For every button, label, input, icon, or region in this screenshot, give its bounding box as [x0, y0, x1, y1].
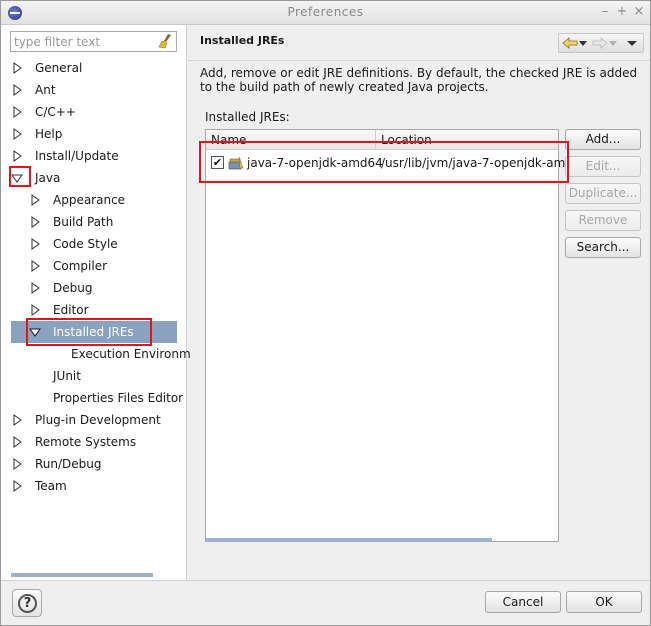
tree-item-ant[interactable]: Ant: [1, 79, 187, 101]
page-title: Installed JREs: [200, 34, 285, 47]
tree-item-label: Remote Systems: [35, 435, 137, 449]
collapsed-triangle-icon[interactable]: [29, 238, 41, 250]
collapsed-triangle-icon[interactable]: [29, 304, 41, 316]
filter-field[interactable]: [10, 31, 177, 52]
tree-item-label: Run/Debug: [35, 457, 102, 471]
collapsed-triangle-icon[interactable]: [11, 436, 23, 448]
collapsed-triangle-icon[interactable]: [11, 106, 23, 118]
tree-item-code-style[interactable]: Code Style: [1, 233, 187, 255]
preference-tree-panel: General Ant C/C++ Help Install/Update Java App…: [1, 25, 191, 580]
tree-item-install-update[interactable]: Install/Update: [1, 145, 187, 167]
help-icon: ?: [18, 594, 37, 613]
search-button[interactable]: Search...: [565, 237, 641, 258]
page-description: Add, remove or edit JRE definitions. By …: [200, 66, 638, 94]
forward-arrow-icon: [592, 37, 608, 49]
tree-item-junit[interactable]: JUnit: [1, 365, 187, 387]
highlight-installed-jres-node: [26, 318, 152, 346]
tree-item-debug[interactable]: Debug: [1, 277, 187, 299]
collapsed-triangle-icon[interactable]: [29, 216, 41, 228]
back-arrow-icon[interactable]: [562, 36, 578, 50]
filter-input[interactable]: [11, 32, 156, 51]
back-menu-chevron-icon[interactable]: [578, 36, 588, 50]
tree-item-label: General: [35, 61, 83, 75]
add-button[interactable]: Add...: [565, 129, 641, 150]
collapsed-triangle-icon[interactable]: [11, 458, 23, 470]
tree-item-general[interactable]: General: [1, 57, 187, 79]
collapsed-triangle-icon[interactable]: [11, 480, 23, 492]
tree-item-help[interactable]: Help: [1, 123, 187, 145]
ok-button[interactable]: OK: [566, 591, 642, 613]
tree-item-label: Appearance: [53, 193, 126, 207]
forward-menu-chevron-icon: [609, 41, 617, 46]
title-bar[interactable]: Preferences – + ×: [1, 1, 650, 25]
collapsed-triangle-icon[interactable]: [29, 282, 41, 294]
tree-item-label: Plug-in Development: [35, 413, 161, 427]
remove-button[interactable]: Remove: [565, 210, 641, 231]
installed-jres-label: Installed JREs:: [205, 110, 290, 124]
highlight-jre-row: [199, 141, 569, 183]
minimize-icon[interactable]: –: [598, 4, 612, 19]
table-scrollbar[interactable]: [206, 538, 492, 542]
collapsed-triangle-icon[interactable]: [11, 84, 23, 96]
tree-item-appearance[interactable]: Appearance: [1, 189, 187, 211]
dialog-button-bar: ? Cancel OK: [1, 580, 650, 625]
clear-filter-icon[interactable]: [157, 33, 173, 49]
tree-item-execution-environm[interactable]: Execution Environm: [1, 343, 191, 365]
tree-item-label: Install/Update: [35, 149, 119, 163]
tree-item-properties-files-editor[interactable]: Properties Files Editor: [1, 387, 187, 409]
tree-item-run-debug[interactable]: Run/Debug: [1, 453, 187, 475]
tree-item-label: Execution Environm: [71, 347, 191, 361]
collapsed-triangle-icon[interactable]: [29, 194, 41, 206]
help-button[interactable]: ?: [12, 589, 42, 617]
tree-item-label: Debug: [53, 281, 93, 295]
cancel-button[interactable]: Cancel: [485, 591, 561, 613]
close-icon[interactable]: ×: [632, 4, 646, 19]
tree-item-remote-systems[interactable]: Remote Systems: [1, 431, 187, 453]
duplicate-button[interactable]: Duplicate...: [565, 183, 641, 204]
tree-item-label: Build Path: [53, 215, 114, 229]
maximize-icon[interactable]: +: [615, 4, 629, 19]
highlight-java-expander: [9, 166, 31, 187]
collapsed-triangle-icon[interactable]: [29, 260, 41, 272]
collapsed-triangle-icon[interactable]: [11, 62, 23, 74]
tree-item-label: C/C++: [35, 105, 76, 119]
preferences-dialog: Preferences – + × General Ant C/C++ Help Ins…: [0, 0, 651, 626]
tree-item-label: Code Style: [53, 237, 118, 251]
page-navigation: [558, 33, 644, 53]
tree-item-label: Properties Files Editor: [53, 391, 184, 405]
collapsed-triangle-icon[interactable]: [11, 414, 23, 426]
tree-item-label: JUnit: [53, 369, 81, 383]
tree-item-plug-in-development[interactable]: Plug-in Development: [1, 409, 187, 431]
tree-item-label: Compiler: [53, 259, 108, 273]
tree-item-label: Ant: [35, 83, 56, 97]
window-title: Preferences: [287, 5, 364, 19]
tree-item-build-path[interactable]: Build Path: [1, 211, 187, 233]
edit-button[interactable]: Edit...: [565, 156, 641, 177]
tree-item-compiler[interactable]: Compiler: [1, 255, 187, 277]
tree-item-label: Java: [35, 171, 61, 185]
preference-page: Installed JREs Add, remove or edit JRE d…: [188, 25, 650, 580]
tree-item-team[interactable]: Team: [1, 475, 187, 497]
page-header: Installed JREs: [188, 25, 650, 61]
tree-item-label: Help: [35, 127, 63, 141]
view-menu-chevron-icon[interactable]: [625, 36, 639, 50]
tree-scrollbar[interactable]: [11, 573, 153, 577]
tree-item-label: Team: [35, 479, 67, 493]
collapsed-triangle-icon[interactable]: [11, 128, 23, 140]
tree-item-c-c[interactable]: C/C++: [1, 101, 187, 123]
installed-jres-table[interactable]: Name Location ✔ java-7-openjdk-amd64 /us…: [205, 129, 588, 542]
collapsed-triangle-icon[interactable]: [11, 150, 23, 162]
